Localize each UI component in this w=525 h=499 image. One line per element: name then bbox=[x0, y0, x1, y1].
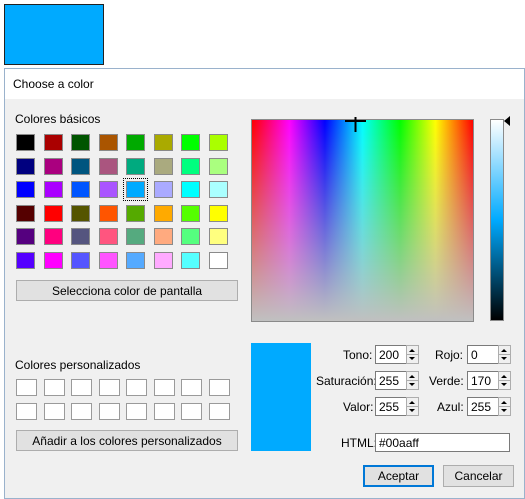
add-custom-color-button[interactable]: Añadir a los colores personalizados bbox=[16, 430, 238, 451]
luminance-arrow-icon[interactable] bbox=[504, 116, 510, 126]
basic-color-swatch[interactable] bbox=[98, 134, 118, 151]
basic-color-swatch[interactable] bbox=[98, 228, 118, 245]
basic-color-swatch[interactable] bbox=[16, 134, 35, 151]
basic-color-swatch[interactable] bbox=[16, 157, 35, 175]
basic-color-swatch[interactable] bbox=[181, 157, 200, 175]
current-color-swatch bbox=[4, 4, 104, 65]
basic-color-swatch[interactable] bbox=[208, 204, 228, 222]
red-spinner[interactable] bbox=[498, 345, 511, 364]
basic-color-swatch[interactable] bbox=[43, 157, 63, 175]
basic-color-swatch[interactable] bbox=[153, 181, 173, 198]
basic-color-swatch[interactable] bbox=[71, 204, 90, 222]
basic-color-swatch[interactable] bbox=[98, 251, 118, 269]
basic-color-swatch[interactable] bbox=[98, 181, 118, 198]
color-preview bbox=[251, 343, 311, 451]
custom-color-slot[interactable] bbox=[71, 379, 92, 396]
dialog-titlebar: Choose a color bbox=[5, 69, 524, 99]
basic-color-swatch[interactable] bbox=[208, 251, 228, 269]
custom-color-slot[interactable] bbox=[16, 403, 37, 420]
basic-color-swatch[interactable] bbox=[71, 228, 90, 245]
custom-color-slot[interactable] bbox=[153, 403, 175, 420]
basic-color-swatch[interactable] bbox=[126, 228, 145, 245]
green-spinner[interactable] bbox=[498, 371, 511, 390]
basic-color-swatch[interactable] bbox=[43, 228, 63, 245]
custom-color-slot[interactable] bbox=[43, 403, 65, 420]
custom-color-slot[interactable] bbox=[126, 379, 147, 396]
basic-color-swatch[interactable] bbox=[153, 228, 173, 245]
saturation-field[interactable] bbox=[375, 371, 407, 390]
basic-color-swatch[interactable] bbox=[153, 157, 173, 175]
value-spinner[interactable] bbox=[406, 397, 419, 416]
basic-color-swatch[interactable] bbox=[43, 251, 63, 269]
basic-color-swatch[interactable] bbox=[181, 204, 200, 222]
custom-color-slot[interactable] bbox=[98, 379, 120, 396]
basic-color-swatch[interactable] bbox=[153, 134, 173, 151]
basic-color-swatch[interactable] bbox=[16, 228, 35, 245]
basic-color-swatch[interactable] bbox=[71, 181, 90, 198]
basic-color-swatch[interactable] bbox=[208, 157, 228, 175]
basic-color-swatch[interactable] bbox=[98, 204, 118, 222]
basic-color-swatch[interactable] bbox=[71, 157, 90, 175]
saturation-label: Saturación: bbox=[316, 374, 377, 388]
basic-colors-label: Colores básicos bbox=[15, 112, 101, 126]
basic-color-swatch[interactable] bbox=[43, 181, 63, 198]
basic-color-swatch[interactable] bbox=[208, 228, 228, 245]
hue-spinner[interactable] bbox=[406, 345, 419, 364]
custom-color-slot[interactable] bbox=[153, 379, 175, 396]
red-field[interactable] bbox=[467, 345, 499, 364]
green-field[interactable] bbox=[467, 371, 499, 390]
accept-button[interactable]: Aceptar bbox=[363, 465, 434, 487]
basic-color-swatch[interactable] bbox=[181, 251, 200, 269]
hue-label: Tono: bbox=[343, 348, 373, 362]
hue-field[interactable] bbox=[375, 345, 407, 364]
basic-color-swatch[interactable] bbox=[208, 134, 228, 151]
value-label: Valor: bbox=[343, 400, 374, 414]
custom-color-slot[interactable] bbox=[181, 379, 202, 396]
custom-color-slot[interactable] bbox=[181, 403, 202, 420]
custom-color-slot[interactable] bbox=[126, 403, 147, 420]
basic-color-swatch[interactable] bbox=[181, 134, 200, 151]
basic-color-swatch[interactable] bbox=[16, 251, 35, 269]
basic-color-swatch[interactable] bbox=[153, 204, 173, 222]
custom-color-slot[interactable] bbox=[208, 379, 230, 396]
custom-color-slot[interactable] bbox=[43, 379, 65, 396]
basic-color-swatch[interactable] bbox=[208, 181, 228, 198]
cancel-button[interactable]: Cancelar bbox=[443, 465, 514, 487]
red-label: Rojo: bbox=[435, 348, 464, 362]
custom-color-slot[interactable] bbox=[16, 379, 37, 396]
custom-colors-label: Colores personalizados bbox=[15, 358, 141, 372]
color-spectrum[interactable] bbox=[251, 119, 474, 322]
basic-color-swatch[interactable] bbox=[126, 134, 145, 151]
html-label: HTML: bbox=[341, 436, 377, 450]
basic-color-swatch[interactable] bbox=[153, 251, 173, 269]
basic-color-swatch[interactable] bbox=[126, 204, 145, 222]
basic-color-swatch[interactable] bbox=[98, 157, 118, 175]
basic-color-swatch[interactable] bbox=[181, 181, 200, 198]
basic-color-swatch[interactable] bbox=[43, 134, 63, 151]
basic-color-swatch[interactable] bbox=[16, 204, 35, 222]
green-label: Verde: bbox=[429, 374, 464, 388]
blue-field[interactable] bbox=[467, 397, 499, 416]
basic-color-swatch[interactable] bbox=[71, 134, 90, 151]
value-field[interactable] bbox=[375, 397, 407, 416]
custom-color-slot[interactable] bbox=[71, 403, 92, 420]
basic-color-swatch[interactable] bbox=[123, 178, 148, 201]
pick-screen-color-button[interactable]: Selecciona color de pantalla bbox=[16, 280, 238, 301]
custom-color-slot[interactable] bbox=[208, 403, 230, 420]
blue-spinner[interactable] bbox=[498, 397, 511, 416]
dialog-title: Choose a color bbox=[13, 77, 94, 91]
basic-color-swatch[interactable] bbox=[126, 157, 145, 175]
basic-color-swatch[interactable] bbox=[16, 181, 35, 198]
saturation-spinner[interactable] bbox=[406, 371, 419, 390]
html-hex-field[interactable] bbox=[375, 433, 510, 452]
basic-color-swatch[interactable] bbox=[71, 251, 90, 269]
luminance-slider[interactable] bbox=[490, 119, 504, 321]
basic-color-swatch[interactable] bbox=[43, 204, 63, 222]
blue-label: Azul: bbox=[437, 400, 464, 414]
basic-color-swatch[interactable] bbox=[181, 228, 200, 245]
color-dialog: Choose a color Colores básicos Seleccion… bbox=[4, 68, 525, 499]
basic-color-swatch[interactable] bbox=[126, 251, 145, 269]
crosshair-cursor-icon bbox=[345, 117, 366, 132]
custom-color-slot[interactable] bbox=[98, 403, 120, 420]
